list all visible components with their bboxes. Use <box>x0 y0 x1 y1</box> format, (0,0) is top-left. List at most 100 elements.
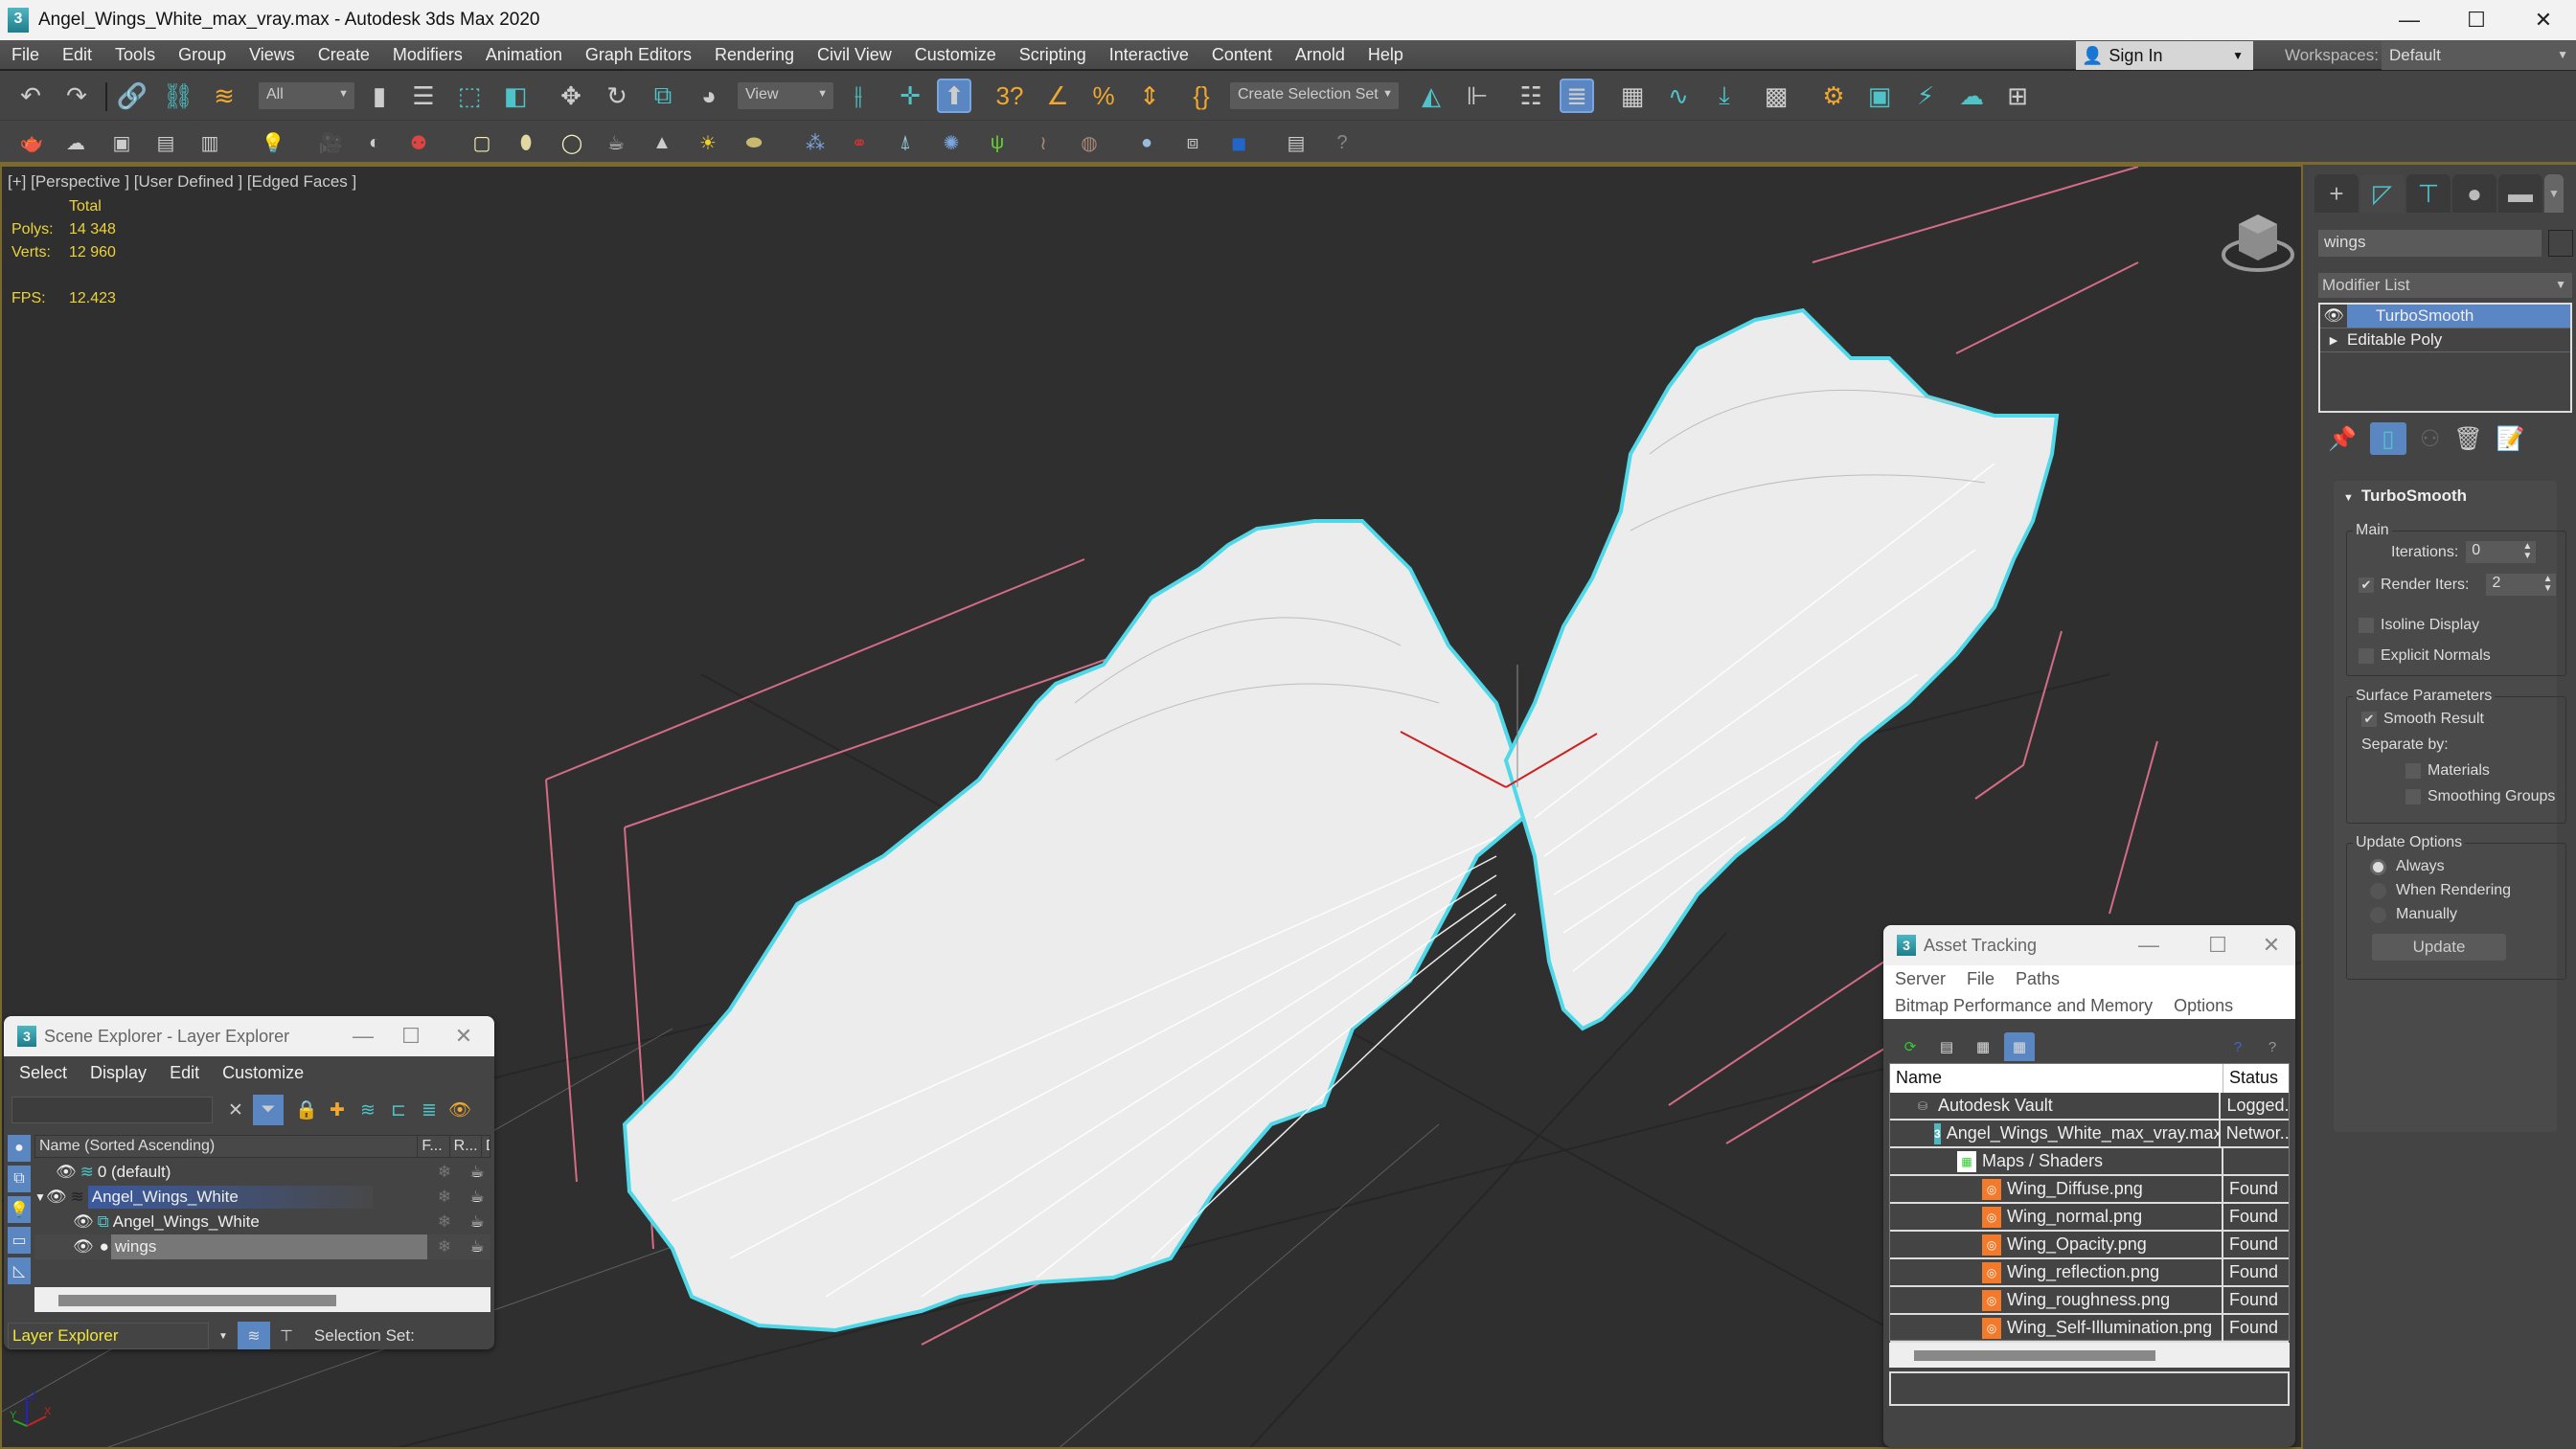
select-object-icon[interactable]: ▮ <box>362 79 397 113</box>
column-status[interactable]: Status <box>2223 1064 2289 1093</box>
reference-coord-dropdown[interactable]: View ▼ <box>738 82 833 109</box>
unlink-icon[interactable]: ⛓ <box>161 79 195 113</box>
toggle-scene-explorer-icon[interactable]: ☷ <box>1514 79 1548 113</box>
display-geometry-icon[interactable]: ● <box>8 1135 31 1162</box>
spinner-arrows-icon[interactable]: ▲ ▼ <box>2522 542 2532 561</box>
display-shapes-icon[interactable]: ⧉ <box>8 1166 31 1192</box>
asset-tracking-titlebar[interactable]: 3 Asset Tracking — ☐ ✕ <box>1883 925 2295 965</box>
angle-snap-icon[interactable]: ∠ <box>1040 79 1075 113</box>
visibility-eye-icon[interactable]: 👁 <box>46 1188 67 1207</box>
expand-triangle-icon[interactable]: ▼ <box>34 1190 46 1204</box>
layers-icon[interactable]: ≣ <box>414 1095 445 1125</box>
menu-select[interactable]: Select <box>19 1063 67 1083</box>
asset-row[interactable]: ◎ Wing_reflection.png Found <box>1890 1259 2289 1287</box>
menu-create[interactable]: Create <box>307 45 381 65</box>
placement-icon[interactable]: ◕ <box>692 79 726 113</box>
scrollbar-thumb[interactable] <box>1914 1350 2155 1361</box>
menu-display[interactable]: Display <box>90 1063 147 1083</box>
teapot-mesh-icon[interactable]: ☕ <box>602 128 630 157</box>
clear-search-icon[interactable]: ✕ <box>220 1095 251 1125</box>
displacement-icon[interactable]: ◍ <box>1075 128 1104 157</box>
show-end-result-icon[interactable]: ▯ <box>2369 422 2406 455</box>
help-icon[interactable]: ? <box>1328 128 1356 157</box>
tab-motion[interactable]: ● <box>2452 174 2496 213</box>
visibility-eye-icon[interactable]: 👁 <box>73 1212 94 1232</box>
render-teapot-icon[interactable]: ☕ <box>461 1237 493 1257</box>
spinner-arrows-icon[interactable]: ▲ ▼ <box>2543 575 2553 594</box>
eye-icon[interactable]: 👁 <box>2320 306 2347 326</box>
menu-modifiers[interactable]: Modifiers <box>381 45 474 65</box>
isoline-checkbox[interactable] <box>2359 618 2374 633</box>
menu-group[interactable]: Group <box>167 45 238 65</box>
plane-light-icon[interactable]: ▢ <box>467 128 496 157</box>
menu-civil-view[interactable]: Civil View <box>806 45 903 65</box>
smoothing-groups-checkbox[interactable] <box>2405 789 2421 804</box>
render-production-icon[interactable]: ⚡ <box>1908 79 1943 113</box>
render-window-icon[interactable]: ▣ <box>107 128 136 157</box>
menu-graph-editors[interactable]: Graph Editors <box>574 45 703 65</box>
search-input[interactable] <box>11 1097 213 1123</box>
proxy-icon[interactable]: ◼ <box>1224 128 1253 157</box>
remove-modifier-icon[interactable]: 🗑 <box>2453 425 2482 453</box>
update-always-radio[interactable] <box>2370 858 2386 875</box>
material-editor-icon[interactable]: ▩ <box>1759 79 1793 113</box>
sphere-light-icon[interactable]: ⬮ <box>512 128 540 157</box>
rotate-icon[interactable]: ↻ <box>600 79 634 113</box>
window-crossing-icon[interactable]: ◧ <box>498 79 533 113</box>
material-sphere-icon[interactable]: ● <box>1132 128 1161 157</box>
scene-converter-icon[interactable]: ▤ <box>1282 128 1311 157</box>
molecule-icon[interactable]: ⚭ <box>845 128 874 157</box>
scrollbar-thumb[interactable] <box>58 1295 336 1306</box>
configure-modifier-sets-icon[interactable]: 📝 <box>2496 425 2525 453</box>
pivot-icon[interactable]: ⫲ <box>841 79 876 113</box>
close-button[interactable]: ✕ <box>2510 0 2576 40</box>
modifier-list-dropdown[interactable]: Modifier List ▼ <box>2318 273 2572 298</box>
materials-checkbox[interactable] <box>2405 763 2421 779</box>
teapot-icon[interactable]: 🫖 <box>17 128 46 157</box>
horizontal-scrollbar[interactable] <box>1889 1343 2290 1368</box>
column-renderable[interactable]: R... <box>450 1136 482 1157</box>
menu-animation[interactable]: Animation <box>474 45 574 65</box>
minimize-button[interactable]: — <box>339 1016 387 1056</box>
workspaces-dropdown[interactable]: Default ▼ <box>2382 41 2576 70</box>
physical-camera-icon[interactable]: ◐ <box>360 128 389 157</box>
menu-options[interactable]: Options <box>2174 996 2233 1016</box>
minimize-button[interactable]: — <box>2376 0 2443 40</box>
hide-layer-icon[interactable]: 👁 <box>445 1095 475 1125</box>
snaps-3d-icon[interactable]: 3? <box>992 79 1027 113</box>
angel-wings-model[interactable] <box>622 307 2060 1333</box>
layer-explorer-icon[interactable]: ≋ <box>237 1322 270 1349</box>
iterations-spinner[interactable]: 0 ▲ ▼ <box>2466 541 2537 563</box>
asset-row[interactable]: 3 Angel_Wings_White_max_vray.max Networ.. <box>1890 1121 2289 1148</box>
undo-icon[interactable]: ↶ <box>13 79 48 113</box>
mirror-icon[interactable]: ◭ <box>1414 79 1448 113</box>
asset-row[interactable]: ◎ Wing_Diffuse.png Found <box>1890 1176 2289 1204</box>
make-unique-icon[interactable]: ⚇ <box>2420 425 2441 453</box>
render-iters-checkbox[interactable]: ✔ <box>2359 577 2374 593</box>
tab-display[interactable]: ▬ <box>2498 174 2542 213</box>
tab-hierarchy[interactable]: ⊤ <box>2406 174 2451 213</box>
menu-file[interactable]: File <box>1967 969 1995 989</box>
grass-icon[interactable]: ψ <box>983 128 1012 157</box>
rendered-frame-window-icon[interactable]: ▣ <box>1862 79 1897 113</box>
help-online-icon[interactable]: ? <box>2223 1032 2253 1061</box>
edit-named-sets-icon[interactable]: {} <box>1184 79 1219 113</box>
display-helpers-icon[interactable]: ◺ <box>8 1257 31 1284</box>
asset-row[interactable]: ⛁ Autodesk Vault Logged. <box>1890 1093 2289 1121</box>
expand-triangle-icon[interactable]: ▶ <box>2320 334 2347 347</box>
refresh-icon[interactable]: ⟳ <box>1895 1032 1926 1061</box>
menu-paths[interactable]: Paths <box>2016 969 2060 989</box>
tree-view-icon[interactable]: ▦ <box>1968 1032 1998 1061</box>
fur-icon[interactable]: ⁂ <box>801 128 830 157</box>
tree-row[interactable]: 👁 ● wings ❄ ☕ <box>34 1234 490 1259</box>
freeze-icon[interactable]: ❄ <box>428 1163 461 1182</box>
new-layer-icon[interactable]: ✚ <box>322 1095 353 1125</box>
tab-create[interactable]: + <box>2314 174 2359 213</box>
selection-filter-dropdown[interactable]: All ▼ <box>259 82 354 109</box>
column-display[interactable]: Disp <box>482 1136 490 1157</box>
menu-help[interactable]: Help <box>1356 45 1415 65</box>
freeze-icon[interactable]: ❄ <box>428 1212 461 1232</box>
rollout-header[interactable]: ▼ TurboSmooth <box>2334 481 2557 511</box>
asset-row[interactable]: ▦ Maps / Shaders <box>1890 1148 2289 1176</box>
camera-icon[interactable]: 🎥 <box>316 128 345 157</box>
